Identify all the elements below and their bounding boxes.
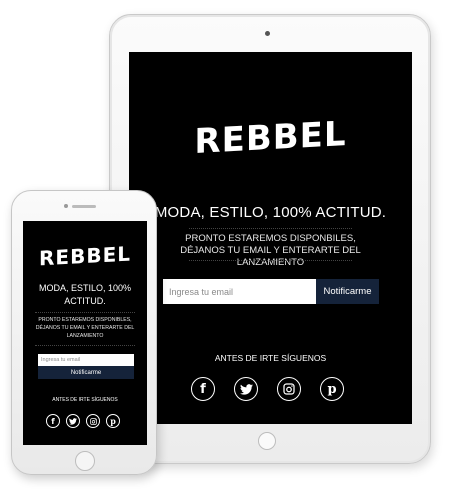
headline: MODA, ESTILO, 100% ACTITUD.	[23, 282, 147, 308]
pinterest-icon[interactable]: p	[320, 377, 344, 401]
signup-form: Ingresa tu email Notificarme	[163, 279, 379, 304]
email-input[interactable]: Ingresa tu email	[38, 354, 134, 366]
facebook-icon[interactable]: f	[191, 377, 215, 401]
phone-speaker	[72, 205, 96, 208]
signup-form: Ingresa tu email Notificarme	[38, 354, 134, 379]
email-input[interactable]: Ingresa tu email	[163, 279, 316, 304]
subtext: PRONTO ESTAREMOS DISPONBILES, DÉJANOS TU…	[180, 233, 361, 268]
divider	[35, 345, 135, 346]
social-links: f p	[191, 377, 344, 401]
twitter-icon[interactable]	[234, 377, 258, 401]
pinterest-icon[interactable]: p	[106, 414, 120, 428]
follow-label: ANTES DE IRTE SÍGUENOS	[214, 353, 327, 363]
tablet-device: REBBEL MODA, ESTILO, 100% ACTITUD. PRONT…	[109, 14, 431, 464]
social-links: f p	[46, 414, 120, 428]
divider	[189, 228, 352, 229]
headline-line-1: MODA, ESTILO, 100%	[38, 283, 132, 293]
phone-camera	[64, 204, 68, 208]
follow-label: ANTES DE IRTE SÍGUENOS	[52, 397, 118, 403]
subtext: PRONTO ESTAREMOS DISPONIBLES, DÉJANOS TU…	[35, 317, 135, 339]
instagram-icon[interactable]	[277, 377, 301, 401]
phone-device: REBBEL MODA, ESTILO, 100% ACTITUD. PRONT…	[11, 190, 157, 475]
headline: MODA, ESTILO, 100% ACTITUD.	[154, 204, 387, 221]
brand-logo: REBBEL	[194, 114, 347, 162]
tablet-home-button[interactable]	[258, 432, 276, 450]
instagram-icon[interactable]	[86, 414, 100, 428]
divider	[35, 312, 135, 313]
tablet-camera	[265, 31, 270, 36]
brand-logo: REBBEL	[39, 241, 131, 271]
phone-screen: REBBEL MODA, ESTILO, 100% ACTITUD. PRONT…	[23, 221, 147, 445]
twitter-icon[interactable]	[66, 414, 80, 428]
facebook-icon[interactable]: f	[46, 414, 60, 428]
notify-button[interactable]: Notificarme	[316, 279, 379, 304]
tablet-screen: REBBEL MODA, ESTILO, 100% ACTITUD. PRONT…	[129, 52, 412, 424]
phone-home-button[interactable]	[75, 451, 95, 471]
headline-line-2: ACTITUD.	[64, 296, 106, 306]
divider	[189, 260, 352, 261]
notify-button[interactable]: Notificarme	[38, 366, 134, 379]
